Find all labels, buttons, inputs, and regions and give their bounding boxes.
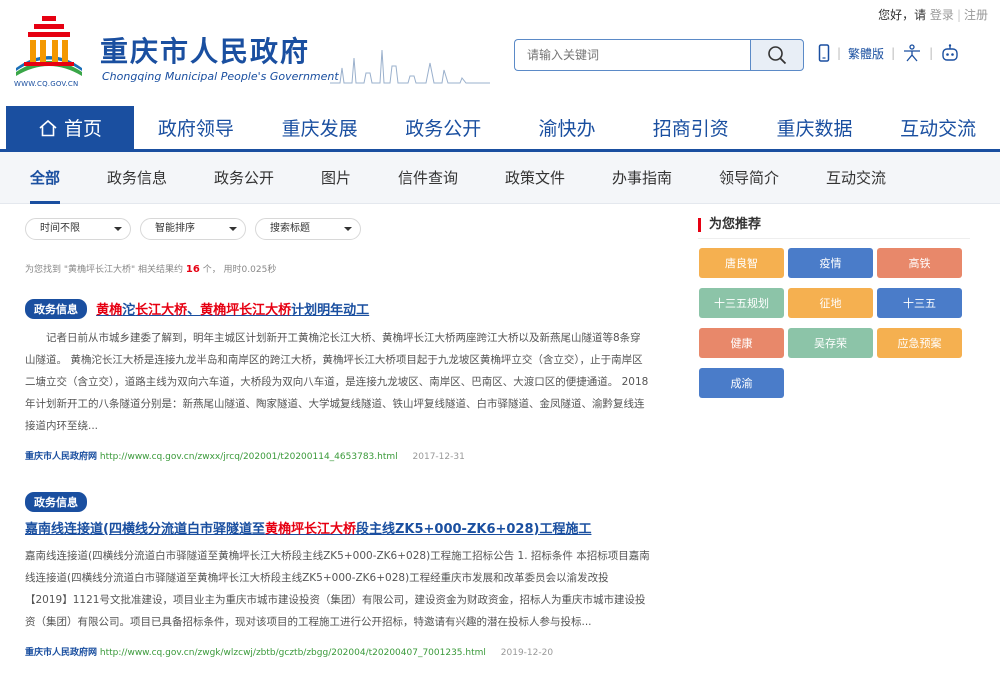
nav-home-label: 首页 <box>63 118 102 140</box>
chevron-down-icon <box>344 227 352 231</box>
traditional-chinese-link[interactable]: 繁體版 <box>848 45 884 62</box>
logo-url-text: WWW.CQ.GOV.CN <box>14 80 79 88</box>
home-icon <box>39 119 57 136</box>
result-summary-suffix: 个， 用时0.025秒 <box>202 265 277 275</box>
search-result: 政务信息 嘉南线连接道(四横线分流道白市驿隧道至黄桷坪长江大桥段主线ZK5+00… <box>25 491 655 658</box>
time-filter-label: 时间不限 <box>40 223 80 234</box>
sort-filter-dropdown[interactable]: 智能排序 <box>140 218 246 240</box>
result-title-link[interactable]: 嘉南线连接道(四横线分流道白市驿隧道至黄桷坪长江大桥段主线ZK5+000-ZK6… <box>25 518 655 537</box>
recommend-tag[interactable]: 健康 <box>699 328 784 358</box>
nav-chongqing-data[interactable]: 重庆数据 <box>753 106 877 149</box>
result-url-link[interactable]: http://www.cq.gov.cn/zwgk/wlzcwj/zbtb/gc… <box>100 648 486 658</box>
robot-assistant-icon[interactable] <box>940 44 960 62</box>
search-category-tabs: 全部 政务信息 政务公开 图片 信件查询 政策文件 办事指南 领导简介 互动交流 <box>0 152 1000 204</box>
tab-interaction[interactable]: 互动交流 <box>826 152 886 204</box>
tab-service-guide[interactable]: 办事指南 <box>612 152 672 204</box>
result-url-link[interactable]: http://www.cq.gov.cn/zwxx/jrcq/202001/t2… <box>100 452 398 462</box>
nav-government-leaders[interactable]: 政府领导 <box>134 106 258 149</box>
tab-letter-query[interactable]: 信件查询 <box>398 152 458 204</box>
search-input[interactable] <box>514 39 750 71</box>
greeting-text: 您好，请 <box>878 8 927 22</box>
mobile-icon[interactable] <box>818 44 830 62</box>
search-button[interactable] <box>750 39 804 71</box>
recommend-tag[interactable]: 征地 <box>788 288 873 318</box>
tab-leader-profiles[interactable]: 领导简介 <box>719 152 779 204</box>
result-snippet: 嘉南线连接道(四横线分流道白市驿隧道至黄桷坪长江大桥段主线ZK5+000-ZK6… <box>25 549 650 628</box>
recommend-tag[interactable]: 唐良智 <box>699 248 784 278</box>
recommend-tag[interactable]: 应急预案 <box>877 328 962 358</box>
result-footer: 重庆市人民政府网 http://www.cq.gov.cn/zwxx/jrcq/… <box>25 449 655 462</box>
result-summary: 为您找到 "黄桷坪长江大桥" 相关结果约 16 个， 用时0.025秒 <box>25 262 276 275</box>
login-link[interactable]: 登录 <box>930 8 954 22</box>
header-tools: | 繁體版 | | <box>818 44 960 62</box>
user-greeting: 您好，请 登录 | 注册 <box>878 8 988 22</box>
sort-filter-label: 智能排序 <box>155 223 195 234</box>
result-category-badge[interactable]: 政务信息 <box>25 491 87 512</box>
search-result: 政务信息 黄桷沱长江大桥、黄桷坪长江大桥计划明年动工 记者日前从市城乡建委了解到… <box>25 298 655 462</box>
result-category-badge[interactable]: 政务信息 <box>25 298 87 319</box>
tab-gov-info[interactable]: 政务信息 <box>107 152 167 204</box>
recommend-tag[interactable]: 吴存荣 <box>788 328 873 358</box>
search-scope-label: 搜索标题 <box>270 223 310 234</box>
recommend-tag[interactable]: 十三五规划 <box>699 288 784 318</box>
result-count: 16 <box>185 264 200 275</box>
register-link[interactable]: 注册 <box>964 8 988 22</box>
tab-gov-affairs[interactable]: 政务公开 <box>214 152 274 204</box>
chevron-down-icon <box>114 227 122 231</box>
nav-interaction[interactable]: 互动交流 <box>876 106 1000 149</box>
result-date: 2019-12-20 <box>500 647 554 658</box>
recommend-tag[interactable]: 成渝 <box>699 368 784 398</box>
result-date: 2017-12-31 <box>412 451 465 462</box>
result-source: 重庆市人民政府网 <box>25 451 98 462</box>
result-title-link[interactable]: 黄桷沱长江大桥、黄桷坪长江大桥计划明年动工 <box>96 303 369 318</box>
tab-images[interactable]: 图片 <box>321 152 351 204</box>
site-title[interactable]: 重庆市人民政府 <box>100 30 310 70</box>
nav-investment[interactable]: 招商引资 <box>629 106 753 149</box>
search-icon <box>768 46 787 65</box>
nav-home[interactable]: 首页 <box>6 106 134 149</box>
result-footer: 重庆市人民政府网 http://www.cq.gov.cn/zwgk/wlzcw… <box>25 645 655 658</box>
result-snippet: 记者日前从市城乡建委了解到，明年主城区计划新开工黄桷沱长江大桥、黄桷坪长江大桥两… <box>25 331 649 432</box>
result-summary-prefix: 为您找到 "黄桷坪长江大桥" 相关结果约 <box>25 265 184 275</box>
recommend-divider <box>698 238 970 239</box>
nav-yukuaiban[interactable]: 渝快办 <box>505 106 629 149</box>
tab-all[interactable]: 全部 <box>30 152 61 204</box>
main-navigation: 首页 政府领导 重庆发展 政务公开 渝快办 招商引资 重庆数据 互动交流 <box>0 106 1000 152</box>
chevron-down-icon <box>229 227 237 231</box>
site-header: WWW.CQ.GOV.CN 重庆市人民政府 Chongqing Municipa… <box>0 0 1000 106</box>
result-source: 重庆市人民政府网 <box>25 647 98 658</box>
nav-government-affairs[interactable]: 政务公开 <box>381 106 505 149</box>
city-skyline-decoration <box>330 49 490 84</box>
recommend-tag[interactable]: 高铁 <box>877 248 962 278</box>
time-filter-dropdown[interactable]: 时间不限 <box>25 218 131 240</box>
accessibility-icon[interactable] <box>902 44 922 62</box>
nav-chongqing-development[interactable]: 重庆发展 <box>258 106 382 149</box>
recommend-tag[interactable]: 十三五 <box>877 288 962 318</box>
site-subtitle: Chongqing Municipal People's Government <box>102 70 339 83</box>
tab-policy-documents[interactable]: 政策文件 <box>505 152 565 204</box>
recommend-heading: 为您推荐 <box>698 218 761 232</box>
search-scope-dropdown[interactable]: 搜索标题 <box>255 218 361 240</box>
recommend-tag[interactable]: 疫情 <box>788 248 873 278</box>
